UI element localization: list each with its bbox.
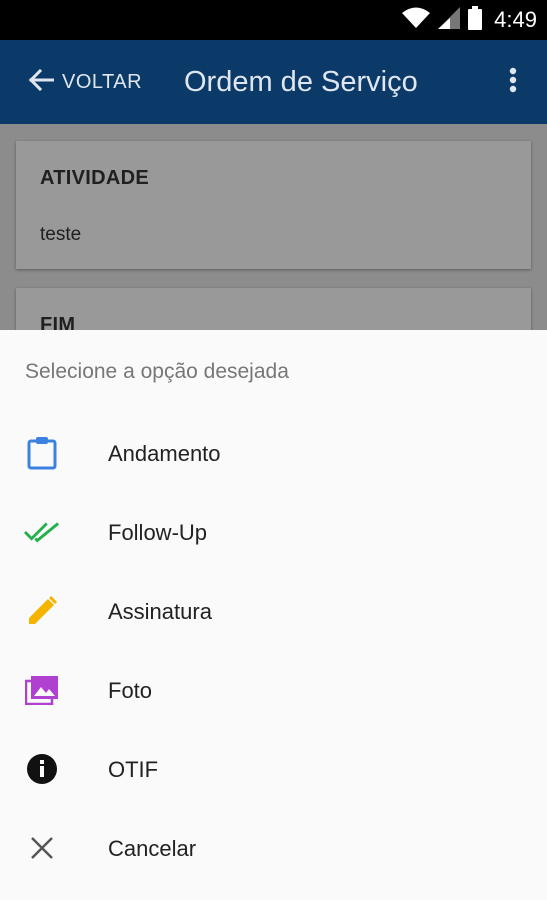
activity-value: teste — [40, 224, 82, 245]
double-check-icon — [24, 514, 60, 550]
activity-card: ATIVIDADE teste — [16, 141, 531, 269]
option-cancelar[interactable]: Cancelar — [0, 809, 547, 888]
clipboard-icon — [24, 435, 60, 471]
overflow-menu-button[interactable] — [499, 66, 527, 98]
app-bar: VOLTAR Ordem de Serviço — [0, 40, 547, 124]
back-label: VOLTAR — [62, 70, 143, 93]
back-button[interactable]: VOLTAR — [28, 62, 142, 102]
battery-icon — [468, 5, 483, 35]
option-andamento[interactable]: Andamento — [0, 414, 547, 493]
option-label: Andamento — [108, 441, 221, 466]
activity-label: ATIVIDADE — [40, 167, 149, 189]
option-follow-up[interactable]: Follow-Up — [0, 493, 547, 572]
photo-library-icon — [24, 672, 60, 708]
option-foto[interactable]: Foto — [0, 651, 547, 730]
option-label: Assinatura — [108, 599, 212, 624]
option-label: Follow-Up — [108, 520, 208, 545]
status-bar: 4:49 — [0, 0, 547, 40]
pencil-icon — [24, 593, 60, 629]
option-label: Foto — [108, 678, 153, 703]
option-label: Cancelar — [108, 836, 197, 861]
option-label: OTIF — [108, 757, 159, 782]
status-icons: 4:49 — [402, 0, 537, 40]
status-time: 4:49 — [494, 7, 537, 32]
signal-icon — [438, 6, 461, 34]
wifi-icon — [402, 7, 431, 34]
options-bottom-sheet: Selecione a opção desejada Andamento Fol… — [0, 330, 547, 900]
info-icon — [24, 751, 60, 787]
close-icon — [24, 830, 60, 866]
sheet-title: Selecione a opção desejada — [25, 360, 289, 383]
arrow-back-icon — [28, 68, 55, 97]
more-vert-icon — [509, 67, 517, 98]
page-title: Ordem de Serviço — [184, 66, 418, 98]
option-assinatura[interactable]: Assinatura — [0, 572, 547, 651]
option-otif[interactable]: OTIF — [0, 730, 547, 809]
